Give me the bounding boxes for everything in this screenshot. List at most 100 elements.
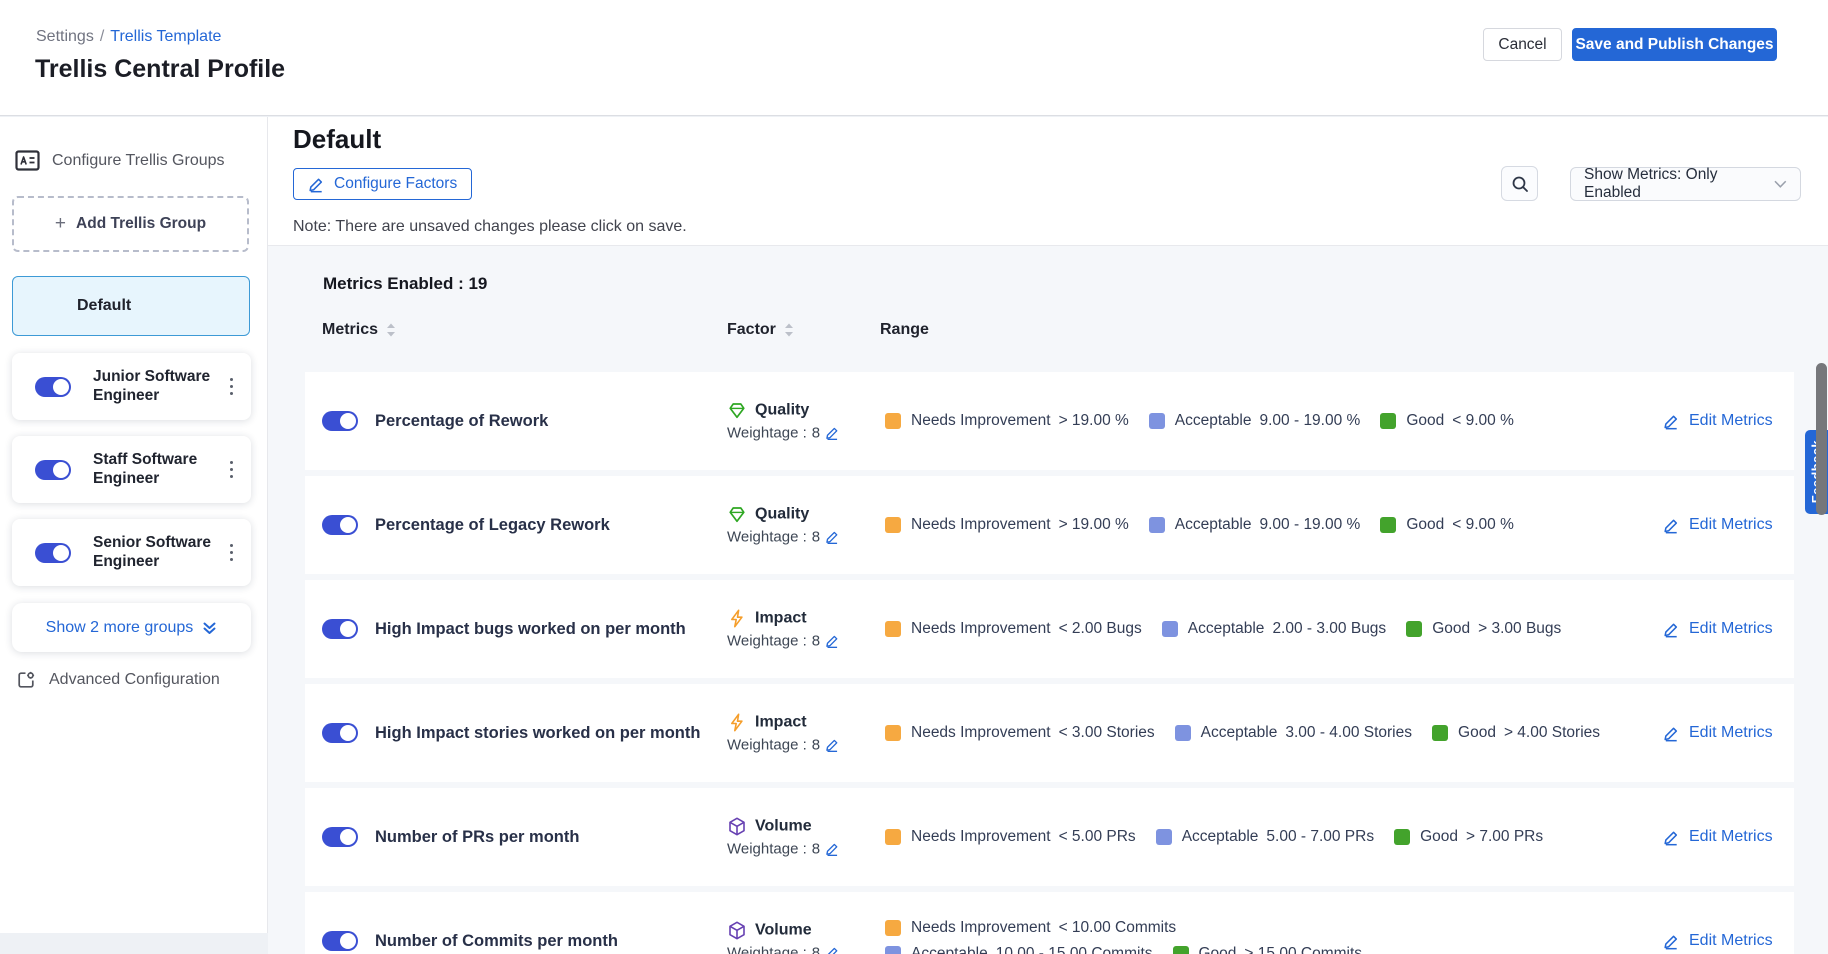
- range-chip-needs-improvement: Needs Improvement< 2.00 Bugs: [885, 620, 1142, 638]
- edit-weightage-icon[interactable]: [825, 530, 840, 545]
- range-chip-good: Good< 9.00 %: [1380, 516, 1514, 534]
- range-level: Good: [1420, 828, 1458, 846]
- range-color-swatch: [885, 920, 901, 936]
- metric-name: High Impact bugs worked on per month: [375, 580, 723, 678]
- sidebar-item-junior-software-engineer[interactable]: Junior Software Engineer: [12, 353, 251, 420]
- show-metrics-dropdown[interactable]: Show Metrics: Only Enabled: [1570, 167, 1801, 201]
- group-toggle[interactable]: [35, 377, 71, 397]
- range-color-swatch: [1175, 725, 1191, 741]
- column-header-factor-label: Factor: [727, 321, 776, 339]
- show-more-groups-button[interactable]: Show 2 more groups: [12, 603, 251, 652]
- trellis-groups-icon: [15, 150, 40, 171]
- edit-weightage-icon[interactable]: [825, 634, 840, 649]
- metric-toggle[interactable]: [322, 619, 358, 639]
- kebab-menu-icon[interactable]: [224, 372, 240, 402]
- range-value: < 10.00 Commits: [1059, 919, 1177, 937]
- metric-toggle[interactable]: [322, 515, 358, 535]
- range-level: Acceptable: [1188, 620, 1265, 638]
- range-value: > 19.00 %: [1059, 412, 1129, 430]
- sort-icon[interactable]: [784, 323, 794, 337]
- range-value: < 9.00 %: [1452, 516, 1514, 534]
- edit-pencil-icon: [1663, 621, 1680, 638]
- kebab-menu-icon[interactable]: [224, 455, 240, 485]
- edit-weightage-icon[interactable]: [825, 738, 840, 753]
- metric-row-percentage-of-rework: Percentage of Rework Quality Weightage :…: [305, 372, 1794, 470]
- metric-name: Percentage of Rework: [375, 372, 723, 470]
- sidebar-item-default[interactable]: Default: [12, 276, 250, 336]
- show-metrics-dropdown-value: Show Metrics: Only Enabled: [1584, 166, 1774, 202]
- weightage-label: Weightage :: [727, 633, 807, 650]
- range-level: Acceptable: [911, 945, 988, 954]
- edit-metrics-link[interactable]: Edit Metrics: [1663, 828, 1773, 846]
- range-level: Good: [1432, 620, 1470, 638]
- edit-weightage-icon[interactable]: [825, 946, 840, 954]
- range-cell: Needs Improvement< 10.00 Commits Accepta…: [885, 892, 1445, 954]
- range-value: < 2.00 Bugs: [1059, 620, 1142, 638]
- metric-toggle[interactable]: [322, 723, 358, 743]
- configure-factors-button[interactable]: Configure Factors: [293, 168, 472, 200]
- edit-icon: [308, 176, 325, 193]
- column-header-metrics[interactable]: Metrics: [322, 321, 396, 339]
- sidebar: Configure Trellis Groups + Add Trellis G…: [0, 117, 268, 933]
- range-color-swatch: [885, 413, 901, 429]
- range-cell: Needs Improvement> 19.00 % Acceptable9.0…: [885, 372, 1645, 470]
- search-button[interactable]: [1501, 166, 1538, 201]
- range-color-swatch: [1406, 621, 1422, 637]
- weightage-label: Weightage :: [727, 529, 807, 546]
- metrics-enabled-count: Metrics Enabled : 19: [323, 274, 1794, 294]
- range-value: > 3.00 Bugs: [1478, 620, 1561, 638]
- metrics-section: Metrics Enabled : 19 Metrics Factor Rang…: [268, 245, 1828, 954]
- kebab-menu-icon[interactable]: [224, 538, 240, 568]
- group-toggle[interactable]: [35, 460, 71, 480]
- range-color-swatch: [885, 725, 901, 741]
- sidebar-item-senior-software-engineer[interactable]: Senior Software Engineer: [12, 519, 251, 586]
- metric-toggle[interactable]: [322, 827, 358, 847]
- range-chip-acceptable: Acceptable9.00 - 19.00 %: [1149, 412, 1361, 430]
- add-trellis-group-button[interactable]: + Add Trellis Group: [12, 196, 249, 252]
- edit-metrics-link[interactable]: Edit Metrics: [1663, 516, 1773, 534]
- advanced-configuration-link[interactable]: Advanced Configuration: [16, 670, 220, 690]
- range-color-swatch: [885, 621, 901, 637]
- edit-weightage-icon[interactable]: [825, 842, 840, 857]
- edit-metrics-link[interactable]: Edit Metrics: [1663, 932, 1773, 950]
- group-toggle[interactable]: [35, 543, 71, 563]
- weightage-label: Weightage :: [727, 945, 807, 954]
- edit-metrics-link[interactable]: Edit Metrics: [1663, 724, 1773, 742]
- metric-toggle[interactable]: [322, 411, 358, 431]
- sidebar-item-staff-software-engineer[interactable]: Staff Software Engineer: [12, 436, 251, 503]
- plus-icon: +: [55, 213, 66, 235]
- edit-metrics-link[interactable]: Edit Metrics: [1663, 620, 1773, 638]
- breadcrumb-settings[interactable]: Settings: [36, 28, 94, 45]
- save-and-publish-button[interactable]: Save and Publish Changes: [1572, 28, 1777, 61]
- range-cell: Needs Improvement< 5.00 PRs Acceptable5.…: [885, 788, 1645, 886]
- factor-name: Quality: [755, 402, 809, 420]
- advanced-config-icon: [16, 670, 36, 690]
- edit-metrics-label: Edit Metrics: [1689, 724, 1773, 742]
- weightage-label: Weightage :: [727, 737, 807, 754]
- range-value: > 7.00 PRs: [1466, 828, 1543, 846]
- range-value: < 5.00 PRs: [1059, 828, 1136, 846]
- factor-cell: Quality Weightage : 8: [727, 505, 885, 546]
- cancel-button[interactable]: Cancel: [1483, 28, 1562, 61]
- edit-metrics-link[interactable]: Edit Metrics: [1663, 412, 1773, 430]
- search-icon: [1511, 175, 1529, 193]
- edit-metrics-label: Edit Metrics: [1689, 620, 1773, 638]
- range-color-swatch: [1173, 946, 1189, 954]
- breadcrumb-trellis-template[interactable]: Trellis Template: [110, 28, 221, 45]
- edit-weightage-icon[interactable]: [825, 426, 840, 441]
- edit-pencil-icon: [1663, 725, 1680, 742]
- sort-icon[interactable]: [386, 323, 396, 337]
- metric-name: Number of Commits per month: [375, 892, 723, 954]
- range-color-swatch: [1156, 829, 1172, 845]
- top-header: Settings/Trellis Template Trellis Centra…: [0, 0, 1828, 116]
- range-chip-acceptable: Acceptable3.00 - 4.00 Stories: [1175, 724, 1412, 742]
- metric-toggle[interactable]: [322, 931, 358, 951]
- edit-pencil-icon: [1663, 517, 1680, 534]
- edit-pencil-icon: [1663, 413, 1680, 430]
- column-header-factor[interactable]: Factor: [727, 321, 794, 339]
- scrollbar-thumb[interactable]: [1816, 363, 1827, 515]
- range-value: 9.00 - 19.00 %: [1260, 516, 1361, 534]
- table-body: Percentage of Rework Quality Weightage :…: [305, 372, 1794, 954]
- range-value: < 9.00 %: [1452, 412, 1514, 430]
- show-more-groups-label: Show 2 more groups: [46, 619, 194, 637]
